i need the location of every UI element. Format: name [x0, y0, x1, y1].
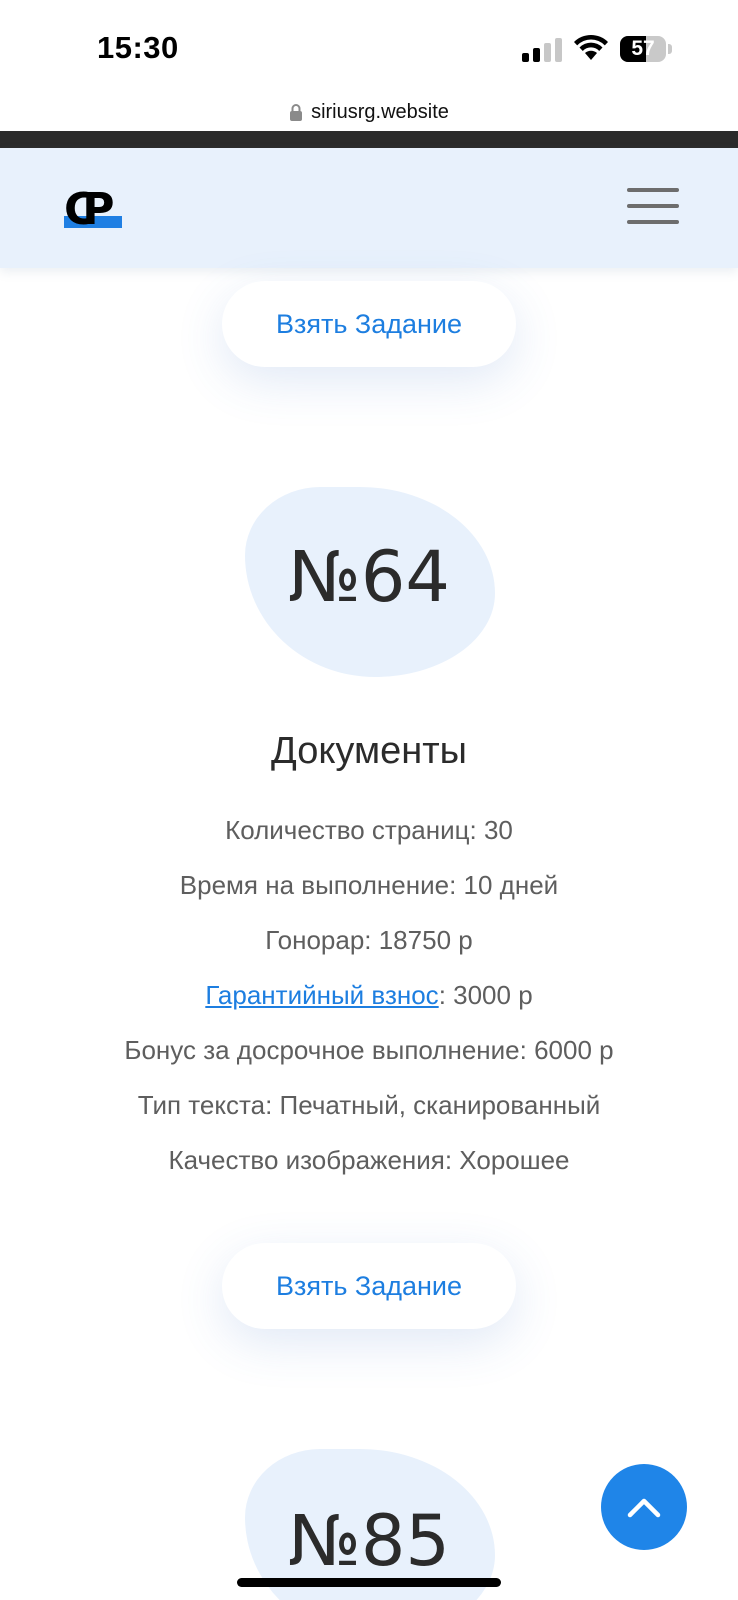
cp-logo-icon[interactable]: CP: [62, 184, 124, 236]
status-bar: 15:30 57: [0, 0, 738, 92]
task-pages: Количество страниц: 30: [225, 815, 513, 845]
scroll-to-top-button[interactable]: [601, 1464, 687, 1550]
task-image-quality: Качество изображения: Хорошее: [168, 1145, 570, 1175]
cellular-signal-icon: [522, 38, 562, 62]
address-bar[interactable]: siriusrg.website: [0, 92, 738, 132]
task-deposit: Гарантийный взнос: 3000 р: [0, 980, 738, 1011]
task-text-type: Тип текста: Печатный, сканированный: [137, 1090, 601, 1120]
task-bonus: Бонус за досрочное выполнение: 6000 р: [124, 1035, 614, 1065]
lock-icon: [289, 103, 303, 121]
page: 15:30 57 siriusrg.website CP Взять Задан…: [0, 0, 738, 1600]
task-number: №64: [288, 536, 450, 618]
take-task-button[interactable]: Взять Задание: [222, 1243, 516, 1329]
top-divider: [0, 131, 738, 148]
site-header: CP: [0, 148, 738, 268]
task-fee: Гонорар: 18750 р: [265, 925, 473, 955]
logo-text: CP: [64, 184, 114, 235]
task-title: Документы: [271, 730, 467, 772]
deposit-value: : 3000 р: [438, 980, 533, 1010]
battery-level: 57: [631, 37, 655, 60]
home-indicator: [237, 1578, 501, 1587]
url-text: siriusrg.website: [311, 100, 449, 123]
wifi-icon: [573, 34, 609, 62]
take-task-button[interactable]: Взять Задание: [222, 281, 516, 367]
task-time: Время на выполнение: 10 дней: [179, 870, 559, 900]
chevron-up-icon: [627, 1498, 661, 1518]
battery-icon: 57: [620, 36, 672, 62]
deposit-link[interactable]: Гарантийный взнос: [205, 980, 438, 1010]
status-time: 15:30: [97, 30, 179, 65]
hamburger-menu-icon[interactable]: [627, 188, 679, 224]
